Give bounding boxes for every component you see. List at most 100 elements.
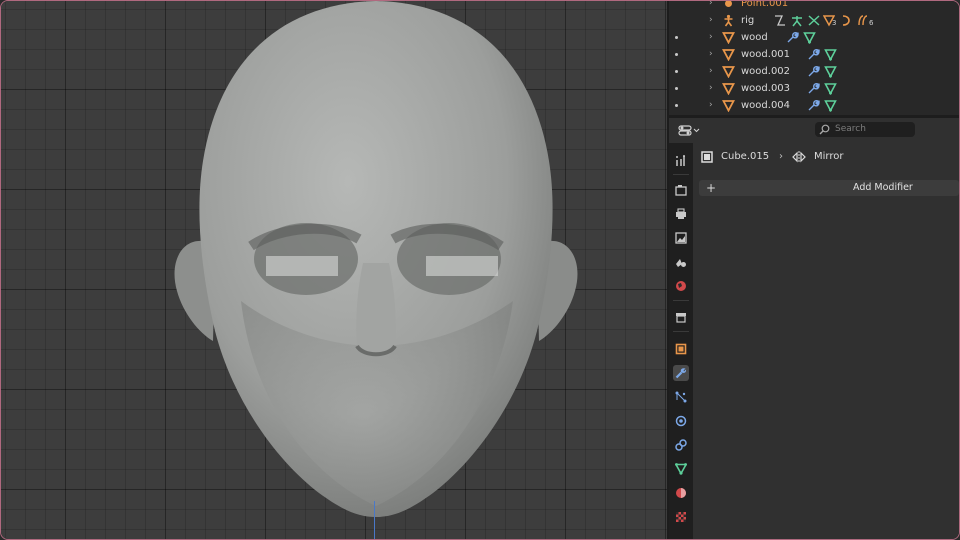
wrench-icon [675, 368, 687, 379]
editor-type-icon [678, 125, 700, 136]
outliner-row-wood-001[interactable]: › wood.001 [669, 46, 959, 63]
visibility-dot-icon[interactable] [675, 53, 678, 56]
wrench-icon [808, 100, 820, 111]
outliner-item-label: wood.004 [741, 100, 791, 111]
outliner-row-wood-002[interactable]: › wood.002 [669, 63, 959, 80]
pose-bone-icon [792, 16, 802, 27]
expand-chevron-icon[interactable]: › [709, 80, 713, 97]
breadcrumb-modifier-name: Mirror [814, 151, 844, 162]
outliner-row-point[interactable]: › Point.001 [669, 1, 959, 12]
wrench-icon [787, 32, 799, 43]
search-input[interactable]: Search [815, 122, 915, 137]
breadcrumb: Cube.015 › Mirror [693, 148, 959, 166]
breadcrumb-separator-icon: › [779, 151, 783, 162]
constraint-icon [675, 439, 687, 451]
collection-icon [676, 313, 686, 323]
tab-data[interactable] [673, 461, 689, 477]
scene-icon [676, 259, 686, 267]
app-window: › Point.001 › rig 3 6 › wood › wood.001 … [0, 0, 960, 540]
properties-tab-bar [669, 143, 693, 539]
visibility-dot-icon[interactable] [675, 70, 678, 73]
wrench-icon [808, 83, 820, 94]
tab-object[interactable] [673, 341, 689, 357]
tab-render[interactable] [673, 182, 689, 198]
3d-viewport[interactable] [1, 1, 667, 539]
material-icon [676, 488, 686, 498]
mesh-object-icon [722, 83, 735, 95]
tab-collection[interactable] [673, 309, 689, 325]
expand-chevron-icon[interactable]: › [709, 63, 713, 80]
mesh-object-icon [722, 100, 735, 112]
mesh-object-square-icon [701, 151, 713, 163]
properties-header: Search [669, 118, 959, 143]
outliner-panel[interactable]: › Point.001 › rig 3 6 › wood › wood.001 … [669, 1, 959, 115]
expand-chevron-icon[interactable]: › [709, 97, 713, 114]
editor-type-button[interactable] [677, 123, 701, 138]
outliner-item-label: wood.001 [741, 49, 791, 60]
tab-modifiers[interactable] [673, 365, 689, 381]
tab-scene[interactable] [673, 254, 689, 270]
hook-icon [842, 15, 850, 26]
outliner-row-wood-003[interactable]: › wood.003 [669, 80, 959, 97]
tab-output[interactable] [673, 206, 689, 222]
tab-material[interactable] [673, 485, 689, 501]
expand-chevron-icon[interactable]: › [709, 1, 713, 12]
expand-chevron-icon[interactable]: › [709, 12, 713, 29]
tab-constraints[interactable] [673, 437, 689, 453]
constraint-icon [775, 15, 785, 26]
mesh-object-icon [722, 32, 735, 44]
tab-separator [673, 174, 689, 175]
mesh-data-icon [675, 463, 687, 475]
plus-icon: + [706, 181, 717, 195]
wrench-icon [808, 49, 820, 60]
breadcrumb-object-name: Cube.015 [721, 151, 770, 162]
tab-separator [673, 300, 689, 301]
world-icon [676, 281, 686, 291]
outliner-row-rig[interactable]: › rig 3 6 [669, 12, 959, 29]
mesh-object-icon [722, 49, 735, 61]
properties-panel: Cube.015 › Mirror + Add Modifier [693, 143, 959, 539]
tab-physics[interactable] [673, 413, 689, 429]
mesh-object-icon [722, 66, 735, 78]
visibility-dot-icon[interactable] [675, 36, 678, 39]
tab-world[interactable] [673, 278, 689, 294]
search-placeholder: Search [835, 124, 866, 134]
tab-view-layer[interactable] [673, 230, 689, 246]
tab-tool[interactable] [673, 153, 689, 169]
tab-separator [673, 331, 689, 332]
armature-data-icon [808, 15, 820, 26]
armature-icon [724, 14, 733, 27]
expand-chevron-icon[interactable]: › [709, 46, 713, 63]
texture-icon [676, 512, 686, 522]
tab-particles[interactable] [673, 389, 689, 405]
particles-icon [675, 391, 687, 403]
z-axis-line [374, 501, 375, 539]
outliner-item-label: wood.003 [741, 83, 791, 94]
tool-icon [676, 155, 685, 166]
light-icon [725, 1, 732, 7]
modifier-icon [858, 15, 868, 26]
visibility-dot-icon[interactable] [675, 87, 678, 90]
image-icon [675, 232, 687, 244]
expand-chevron-icon[interactable]: › [709, 29, 713, 46]
add-modifier-label: Add Modifier [853, 182, 913, 193]
outliner-row-wood[interactable]: › wood [669, 29, 959, 46]
mesh-data-icon [803, 32, 816, 44]
render-icon [675, 185, 687, 196]
mesh-data-icon [824, 49, 837, 61]
visibility-dot-icon[interactable] [675, 104, 678, 107]
mesh-data-icon [824, 100, 837, 112]
tab-texture[interactable] [673, 509, 689, 525]
search-icon [819, 124, 830, 135]
physics-icon [675, 415, 687, 427]
outliner-row-wood-004[interactable]: › wood.004 [669, 97, 959, 114]
sculpted-head-mesh [174, 1, 578, 517]
mesh-data-icon [824, 66, 837, 78]
outliner-item-label: wood.002 [741, 66, 791, 77]
printer-icon [676, 208, 686, 219]
add-modifier-button[interactable]: + Add Modifier [699, 180, 959, 196]
outliner-item-label: wood [741, 32, 768, 43]
outliner-item-label: Point.001 [741, 1, 789, 9]
object-icon [675, 343, 687, 355]
wrench-icon [808, 66, 820, 77]
